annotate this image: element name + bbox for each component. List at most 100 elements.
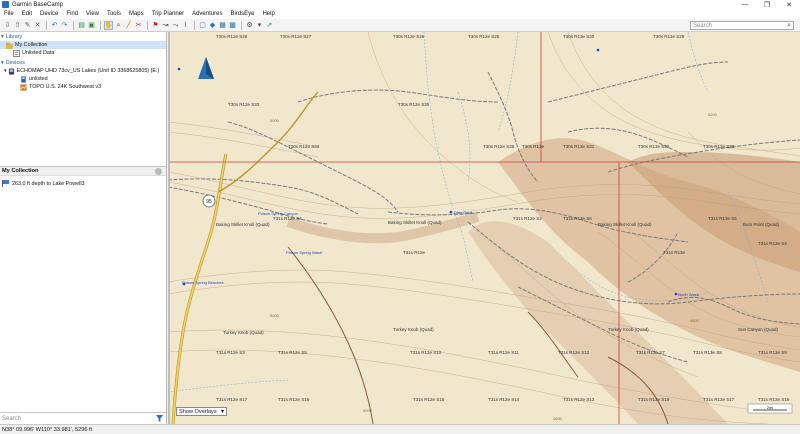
collection-search-input[interactable]: Search (0, 412, 166, 424)
show-overlays-select[interactable]: Show Overlays ▾ (176, 407, 227, 416)
undo-icon[interactable]: ↶ (50, 21, 59, 30)
topo-map[interactable]: 95 T30s R12e S28 T30s R12e S27 T30s R12e… (168, 32, 800, 424)
place-label: Turkey Knob (Quad) (608, 327, 649, 332)
filter-icon[interactable] (156, 415, 163, 422)
tree-item-unlisted-data[interactable]: Unlisted Data (13, 49, 54, 57)
folder-icon (6, 42, 13, 49)
township-label: T31s R13e S4 (758, 241, 787, 246)
receive-from-device-icon[interactable]: ⇧ (13, 21, 22, 30)
menu-find[interactable]: Find (62, 11, 82, 17)
township-label: T31s R12e S11 (488, 350, 519, 355)
edit-icon[interactable]: ✎ (23, 21, 32, 30)
map-selector-chevron-icon[interactable]: ▾ (255, 21, 264, 30)
contour-label: 5000 (270, 313, 280, 318)
map-detail-icon[interactable]: ▩ (228, 21, 237, 30)
library-tree: ▾ Library My Collection Unlisted Data ▾ … (0, 32, 166, 164)
toolbar-separator (147, 20, 148, 30)
place-label: Bum Point (Quad) (743, 222, 780, 227)
menu-help[interactable]: Help (258, 11, 278, 17)
status-bar: N38° 09.996' W110° 33.981', 5296 ft (0, 424, 800, 434)
library-section[interactable]: ▾ Library (1, 33, 22, 41)
collapse-icon[interactable]: ▾ (1, 60, 4, 66)
new-track-icon[interactable]: ⤳ (171, 21, 180, 30)
chevron-down-icon[interactable]: ▾ (221, 408, 224, 415)
township-label: T31s R13e S17 (703, 397, 735, 402)
tree-item-device-unlisted[interactable]: unlisted (20, 75, 48, 83)
map-selector-icon[interactable]: ⚙ (245, 21, 254, 30)
list-item[interactable]: 263.0 ft depth to Lake Powell3 (2, 180, 85, 187)
tree-item-map-product[interactable]: TOPO U.S. 24K Southwest v3 (20, 83, 101, 91)
search-placeholder: Search (693, 22, 713, 29)
profile-tool-icon[interactable]: ⌇ (181, 21, 190, 30)
menu-device[interactable]: Device (36, 11, 62, 17)
map-layer-icon[interactable]: ▦ (218, 21, 227, 30)
show-overlays-label: Show Overlays (179, 408, 217, 415)
menu-edit[interactable]: Edit (18, 11, 36, 17)
poi-icon[interactable] (177, 67, 181, 71)
eraser-tool-icon[interactable]: ✂ (134, 21, 143, 30)
new-list-icon[interactable]: ▤ (77, 21, 86, 30)
redo-icon[interactable]: ↷ (60, 21, 69, 30)
poi-icon[interactable] (449, 210, 453, 214)
new-folder-icon[interactable]: ▣ (87, 21, 96, 30)
collapse-icon[interactable]: ▾ (4, 68, 7, 74)
township-label: T31s R13e S18 (638, 397, 670, 402)
devices-label: Devices (5, 60, 25, 66)
app-icon (2, 1, 9, 8)
township-label: T31s R13e S9 (758, 350, 787, 355)
feature-label: Poison Spring Canyon (258, 211, 298, 216)
search-icon[interactable]: ⌕ (787, 22, 791, 30)
township-label: T30s R12e S25 (468, 34, 500, 39)
township-label: T31s R12e S2 (513, 216, 542, 221)
map-view[interactable]: 95 T30s R12e S28 T30s R12e S27 T30s R12e… (168, 32, 800, 424)
close-button[interactable]: ✕ (778, 0, 800, 9)
menu-bar: File Edit Device Find View Tools Maps Tr… (0, 9, 800, 19)
township-label: T30s R12e S35 (398, 102, 430, 107)
tree-item-label: TOPO U.S. 24K Southwest v3 (29, 84, 102, 90)
menu-view[interactable]: View (82, 11, 103, 17)
send-to-device-icon[interactable]: ⇩ (3, 21, 12, 30)
window-title: Garmin BaseCamp (12, 1, 64, 8)
menu-file[interactable]: File (0, 11, 18, 17)
menu-adventures[interactable]: Adventures (188, 11, 226, 17)
toolbar: ⇩ ⇧ ✎ ✕ ↶ ↷ ▤ ▣ ✋ ⌕ ╱ ✂ ⚑ ↝ ⤳ ⌇ ▢ ◆ ▦ ▩ … (0, 19, 800, 32)
gear-icon[interactable] (155, 168, 162, 175)
map-view-icon[interactable]: ▢ (198, 21, 207, 30)
minimize-button[interactable]: — (734, 0, 756, 9)
contour-label: 4600 (553, 416, 563, 421)
map-3d-icon[interactable]: ◆ (208, 21, 217, 30)
highway-number: 95 (206, 199, 212, 205)
township-label: T31s R12e S3 (216, 350, 245, 355)
collapse-icon[interactable]: ▾ (1, 34, 4, 40)
devices-section[interactable]: ▾ Devices (1, 59, 25, 67)
menu-trip-planner[interactable]: Trip Planner (148, 11, 188, 17)
new-waypoint-icon[interactable]: ⚑ (151, 21, 160, 30)
panel-splitter[interactable] (168, 32, 170, 424)
toolbar-separator (100, 20, 101, 30)
township-label: T30s R12e S28 (216, 34, 248, 39)
new-route-icon[interactable]: ↝ (161, 21, 170, 30)
tree-item-my-collection[interactable]: My Collection (0, 41, 166, 49)
hand-tool-icon[interactable]: ✋ (104, 20, 113, 30)
tree-item-device[interactable]: ▾ ECHOMAP UHD 73cv_US Lakes (Unit ID 336… (4, 67, 159, 75)
send-map-icon[interactable]: ➚ (265, 21, 274, 30)
township-label: T31s R12e S14 (488, 397, 520, 402)
search-input[interactable]: Search ⌕ (690, 21, 794, 30)
township-label: T30s R13e S32 (638, 144, 670, 149)
poi-icon[interactable] (596, 48, 600, 52)
place-label: Turkey Knob (Quad) (393, 327, 434, 332)
toolbar-separator (73, 20, 74, 30)
township-label: T30s R13e S31 (563, 144, 595, 149)
measure-tool-icon[interactable]: ╱ (124, 21, 133, 30)
township-label: T30s R13e S30 (563, 34, 595, 39)
delete-icon[interactable]: ✕ (33, 21, 42, 30)
township-label: T31s R13e S16 (758, 397, 790, 402)
contour-label: 5200 (708, 112, 718, 117)
zoom-tool-icon[interactable]: ⌕ (114, 21, 123, 30)
maximize-button[interactable]: ❐ (756, 0, 778, 9)
menu-birdseye[interactable]: BirdsEye (226, 11, 258, 17)
menu-tools[interactable]: Tools (103, 11, 125, 17)
township-label: T31s R13e S6 (563, 216, 592, 221)
poi-icon[interactable] (674, 292, 678, 296)
menu-maps[interactable]: Maps (125, 11, 148, 17)
